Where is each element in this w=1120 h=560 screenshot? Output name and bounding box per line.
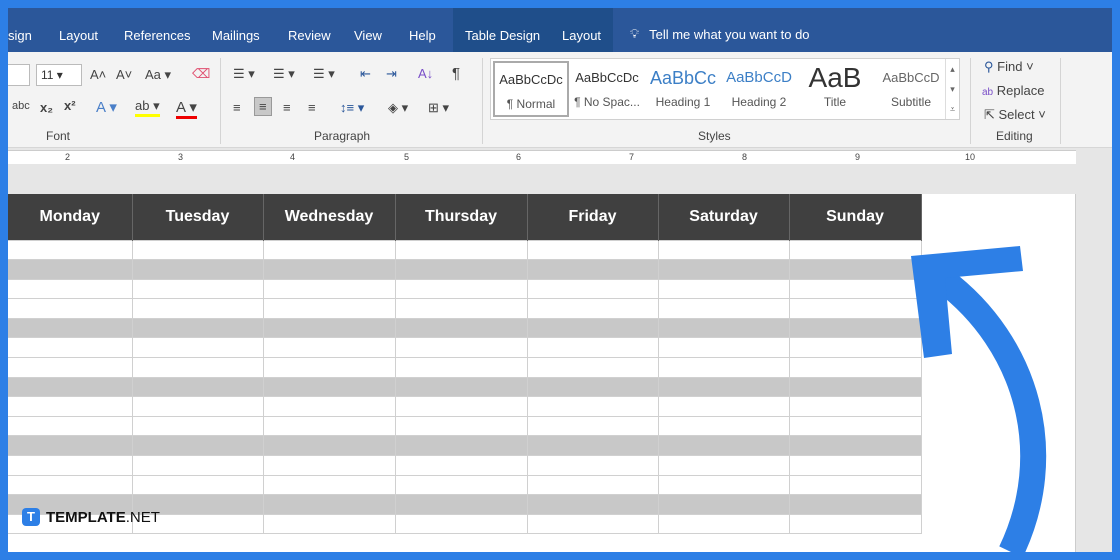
sort-icon[interactable]: A↓ [418,66,433,81]
borders-icon[interactable]: ⊞ ▾ [428,100,449,116]
strikethrough-icon[interactable]: abc [12,100,30,112]
grow-font-icon[interactable]: A˄ [90,67,106,82]
line-spacing-icon[interactable]: ↕≡ ▾ [340,100,364,116]
find-button[interactable]: ⚲ Find ˅ [984,59,1034,75]
clear-formatting-icon[interactable]: ⌫ [192,66,210,82]
font-size-select[interactable]: 11 ▾ [36,64,82,86]
lightbulb-icon: 💡︎ [630,26,640,41]
styles-gallery: AaBbCcDc ¶ Normal AaBbCcDc ¶ No Spac... Aa… [490,58,960,120]
shrink-font-icon[interactable]: A˅ [116,67,132,82]
style-subtitle[interactable]: AaBbCcD Subtitle [873,61,949,117]
font-group-label: Font [46,129,71,143]
align-center-icon[interactable]: ≡ [254,97,272,116]
ribbon: 11 ▾ A˄ A˅ Aa ▾ ⌫ abc x₂ x² A ▾ ab ▾ A ▾… [8,52,1112,148]
show-formatting-icon[interactable]: ¶ [452,65,460,82]
arrow-annotation [911,246,1047,552]
style-normal[interactable]: AaBbCcDc ¶ Normal [493,61,569,117]
justify-icon[interactable]: ≡ [308,100,316,115]
style-heading-1[interactable]: AaBbCc Heading 1 [645,61,721,117]
tell-me-box[interactable]: 💡︎ Tell me what you want to do [630,26,810,42]
multilevel-list-icon[interactable]: ☰ ▾ [313,66,335,82]
tab-layout[interactable]: Layout [59,28,98,43]
paragraph-group-label: Paragraph [314,129,371,143]
subscript-icon[interactable]: x₂ [40,100,53,115]
superscript-icon[interactable]: x² [64,98,76,113]
style-no-spacing[interactable]: AaBbCcDc ¶ No Spac... [569,61,645,117]
tab-references[interactable]: References [124,28,190,43]
align-right-icon[interactable]: ≡ [283,100,291,115]
font-name-select[interactable] [8,64,30,86]
tab-table-layout[interactable]: Layout [562,28,601,43]
font-color-icon[interactable]: A ▾ [176,98,197,119]
increase-indent-icon[interactable]: ⇥ [386,66,397,82]
bullets-icon[interactable]: ☰ ▾ [233,66,255,82]
shading-icon[interactable]: ◈ ▾ [388,100,408,116]
numbering-icon[interactable]: ☰ ▾ [273,66,295,82]
replace-button[interactable]: ab Replace [982,83,1044,98]
editing-group-label: Editing [996,129,1033,143]
tab-mailings[interactable]: Mailings [212,28,260,43]
tab-help[interactable]: Help [409,28,436,43]
document-page[interactable]: Monday Tuesday Wednesday Thursday Friday… [8,194,1076,552]
style-title[interactable]: AaB Title [797,61,873,117]
align-left-icon[interactable]: ≡ [233,100,241,115]
word-window: sign Layout References Mailings Review V… [8,8,1112,552]
style-heading-2[interactable]: AaBbCcD Heading 2 [721,61,797,117]
horizontal-ruler[interactable]: 2 3 4 5 6 7 8 9 10 [8,150,1076,164]
ribbon-tabs: sign Layout References Mailings Review V… [8,8,1112,52]
select-button[interactable]: ⇱ Select ˅ [984,107,1046,123]
tab-view[interactable]: View [354,28,382,43]
styles-scroll[interactable]: ▴ ▾ ⩡ [945,59,959,119]
change-case-button[interactable]: Aa ▾ [145,67,171,83]
highlight-icon[interactable]: ab ▾ [135,98,160,117]
tab-table-design[interactable]: Table Design [465,28,540,43]
text-effects-icon[interactable]: A ▾ [96,98,117,116]
tab-design[interactable]: sign [8,28,32,43]
template-net-logo: T TEMPLATE.NET [22,508,160,526]
tell-me-label: Tell me what you want to do [649,26,810,42]
decrease-indent-icon[interactable]: ⇤ [360,66,371,82]
tab-review[interactable]: Review [288,28,331,43]
styles-group-label: Styles [698,129,731,143]
